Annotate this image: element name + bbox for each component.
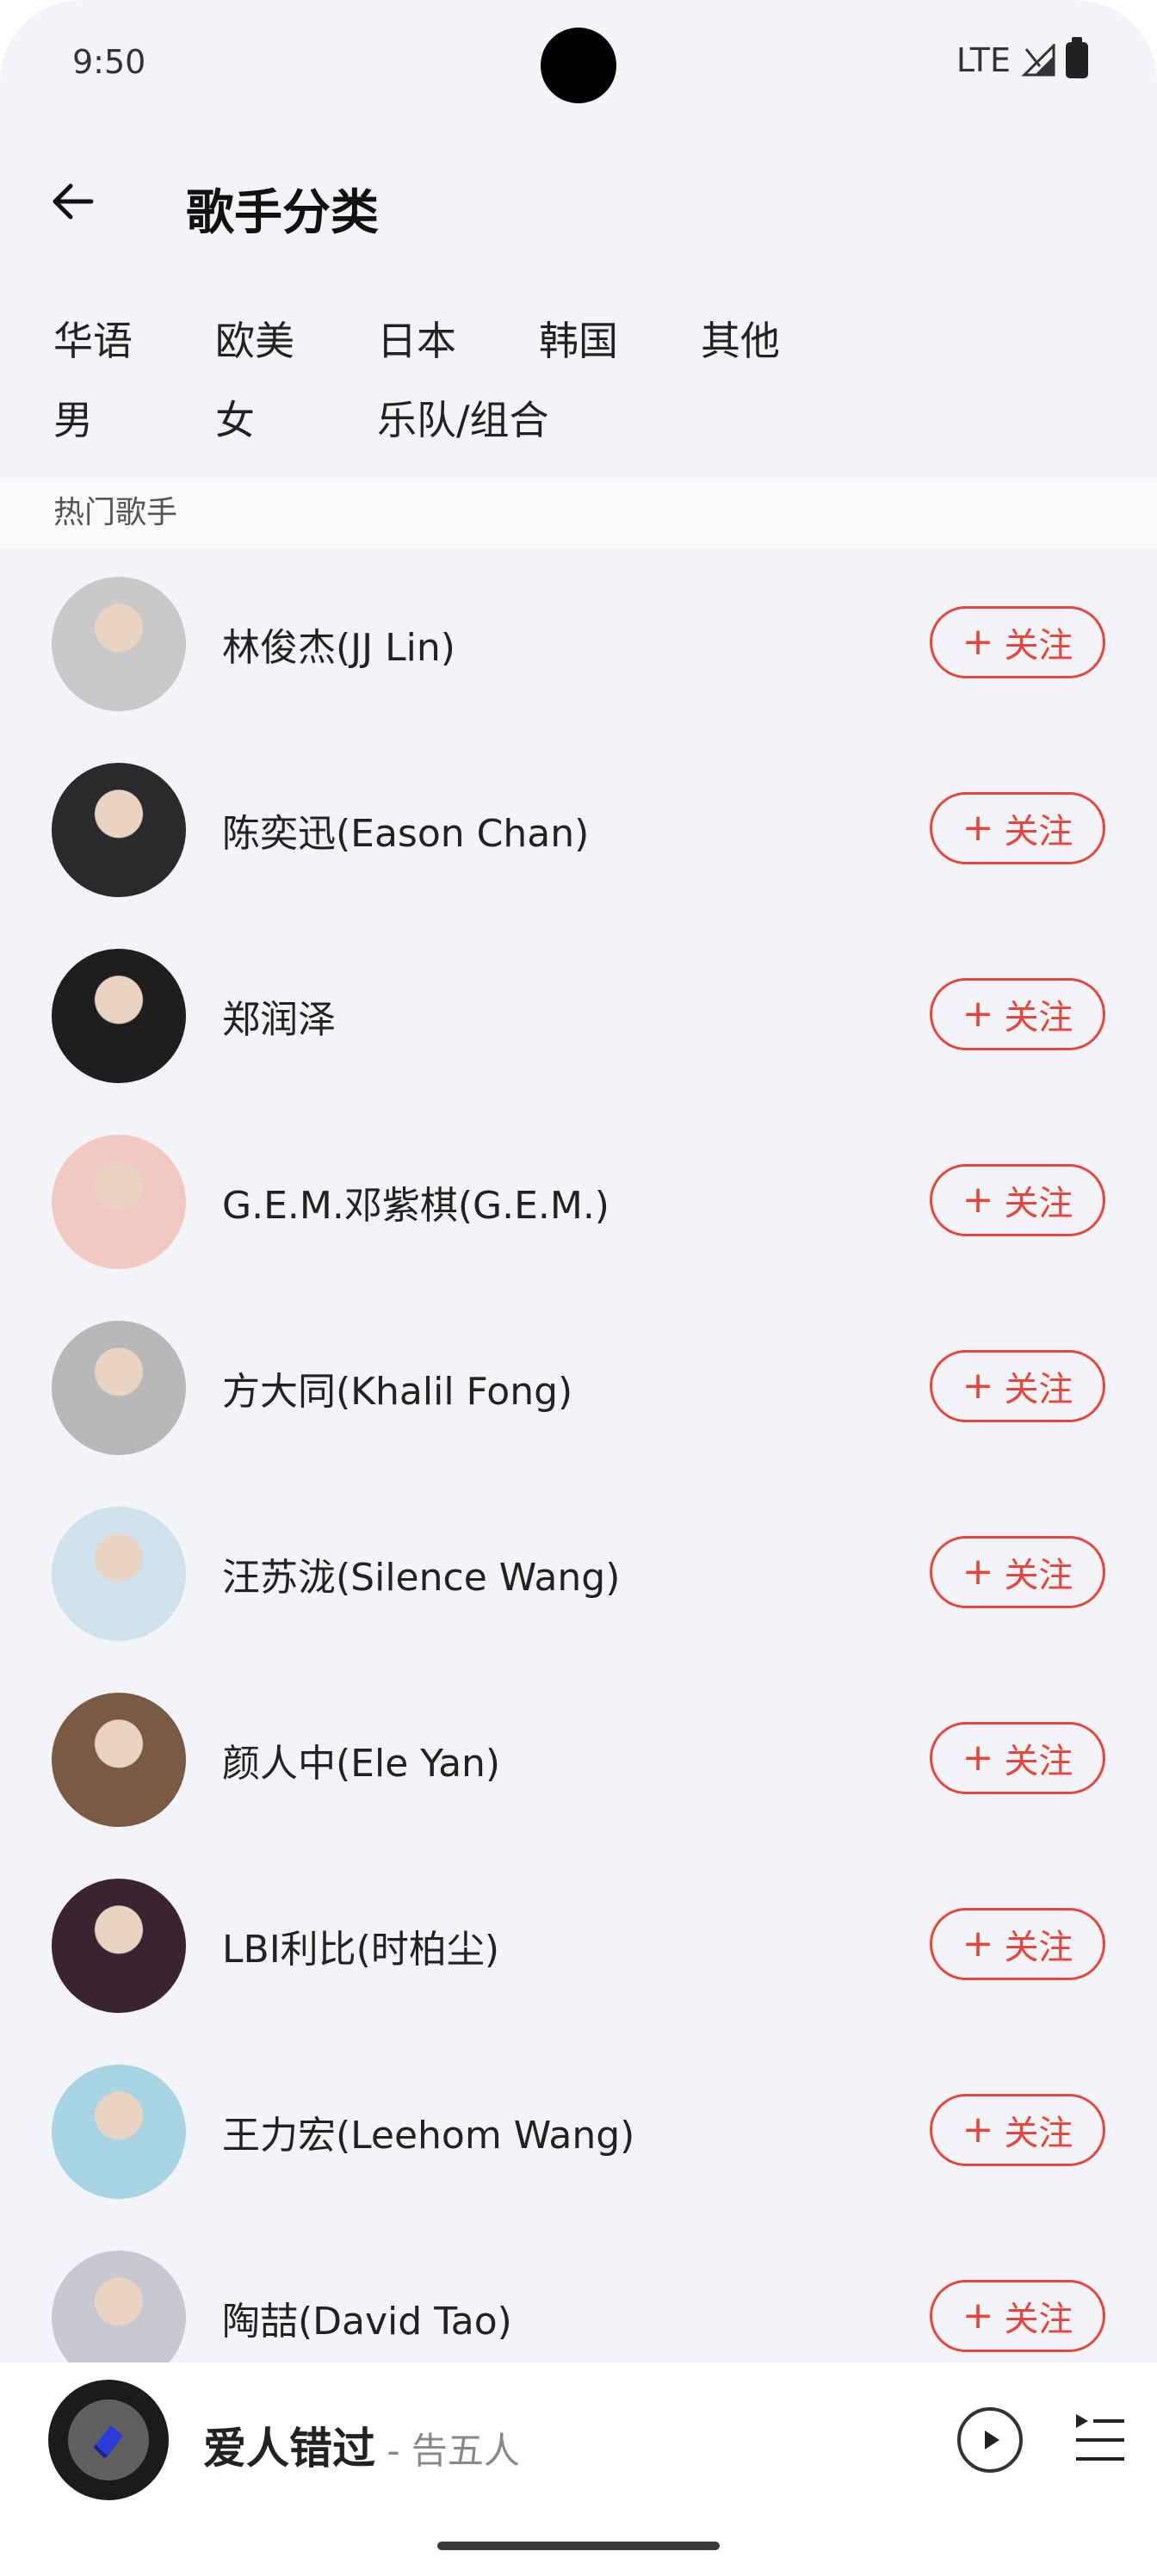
follow-button[interactable]: + 关注 (930, 606, 1105, 678)
plus-icon: + (962, 806, 994, 850)
artist-name[interactable]: 郑润泽 (222, 988, 336, 1043)
playlist-icon[interactable] (1073, 2411, 1128, 2469)
artist-name[interactable]: 颜人中(Ele Yan) (222, 1732, 500, 1787)
album-disc[interactable] (48, 2380, 169, 2500)
artist-avatar[interactable] (52, 1135, 186, 1269)
filter-other[interactable]: 其他 (701, 310, 863, 389)
plus-icon: + (962, 2294, 994, 2338)
now-playing[interactable]: 爱人错过 - 告五人 (203, 2414, 520, 2476)
follow-label: 关注 (1004, 998, 1073, 1037)
filter-female[interactable]: 女 (215, 389, 377, 468)
artist-avatar[interactable] (52, 1321, 186, 1455)
back-button[interactable] (41, 170, 103, 232)
header: 歌手分类 (0, 155, 1157, 250)
phone-screen: 9:50 LTE 歌手分类 华语 欧美 日本 韩国 其他 男 女 乐队/组合 热… (0, 0, 1157, 2576)
plus-icon: + (962, 1922, 994, 1966)
artist-avatar[interactable] (52, 2065, 186, 2199)
plus-icon: + (962, 1550, 994, 1594)
artist-name[interactable]: 王力宏(Leehom Wang) (222, 2104, 634, 2159)
filter-western[interactable]: 欧美 (215, 310, 377, 389)
follow-label: 关注 (1004, 812, 1073, 851)
network-label: LTE (956, 41, 1011, 79)
artist-row[interactable]: 颜人中(Ele Yan) + 关注 (0, 1665, 1157, 1851)
section-header: 热门歌手 (0, 477, 1157, 549)
follow-label: 关注 (1004, 626, 1073, 666)
follow-label: 关注 (1004, 1370, 1073, 1409)
mini-player[interactable]: 爱人错过 - 告五人 (0, 2362, 1157, 2576)
follow-label: 关注 (1004, 2114, 1073, 2153)
home-indicator[interactable] (437, 2542, 720, 2550)
artist-name[interactable]: 林俊杰(JJ Lin) (222, 616, 455, 672)
follow-button[interactable]: + 关注 (930, 1722, 1105, 1794)
follow-label: 关注 (1004, 1184, 1073, 1223)
filter-male[interactable]: 男 (53, 389, 215, 468)
follow-button[interactable]: + 关注 (930, 792, 1105, 864)
follow-button[interactable]: + 关注 (930, 2280, 1105, 2352)
plus-icon: + (962, 1178, 994, 1222)
artist-name[interactable]: LBI利比(时柏尘) (222, 1918, 499, 1973)
category-filters: 华语 欧美 日本 韩国 其他 男 女 乐队/组合 (53, 310, 1086, 468)
artist-row[interactable]: 王力宏(Leehom Wang) + 关注 (0, 2037, 1157, 2223)
battery-icon (1066, 37, 1088, 78)
follow-button[interactable]: + 关注 (930, 1164, 1105, 1236)
plus-icon: + (962, 992, 994, 1036)
song-artist: - 告五人 (375, 2430, 520, 2472)
play-icon (985, 2430, 999, 2449)
artist-avatar[interactable] (52, 1879, 186, 2013)
arrow-left-icon (53, 183, 94, 220)
status-time: 9:50 (72, 43, 146, 81)
follow-label: 关注 (1004, 1928, 1073, 1967)
artist-row[interactable]: 郑润泽 + 关注 (0, 921, 1157, 1107)
follow-label: 关注 (1004, 1556, 1073, 1595)
play-button[interactable] (957, 2407, 1023, 2473)
album-cover-icon (94, 2425, 123, 2458)
artist-avatar[interactable] (52, 763, 186, 897)
artist-row[interactable]: G.E.M.邓紫棋(G.E.M.) + 关注 (0, 1107, 1157, 1293)
artist-row[interactable]: 林俊杰(JJ Lin) + 关注 (0, 549, 1157, 735)
artist-name[interactable]: G.E.M.邓紫棋(G.E.M.) (222, 1174, 609, 1229)
filter-japan[interactable]: 日本 (377, 310, 539, 389)
status-icons: LTE (956, 37, 1088, 79)
plus-icon: + (962, 1736, 994, 1780)
artist-name[interactable]: 汪苏泷(Silence Wang) (222, 1546, 620, 1601)
artist-row[interactable]: 方大同(Khalil Fong) + 关注 (0, 1293, 1157, 1479)
plus-icon: + (962, 2108, 994, 2152)
filter-chinese[interactable]: 华语 (53, 310, 215, 389)
artist-avatar[interactable] (52, 1507, 186, 1641)
artist-list: 林俊杰(JJ Lin) + 关注 陈奕迅(Eason Chan) + 关注 郑润泽 + 关注 G.… (0, 549, 1157, 2409)
follow-button[interactable]: + 关注 (930, 1536, 1105, 1608)
signal-icon (1021, 44, 1055, 77)
artist-avatar[interactable] (52, 949, 186, 1083)
follow-label: 关注 (1004, 2300, 1073, 2339)
plus-icon: + (962, 1364, 994, 1408)
artist-avatar[interactable] (52, 1693, 186, 1827)
region-filter-row: 华语 欧美 日本 韩国 其他 (53, 310, 1086, 389)
filter-band[interactable]: 乐队/组合 (377, 389, 653, 468)
follow-button[interactable]: + 关注 (930, 1908, 1105, 1980)
page-title: 歌手分类 (186, 185, 379, 241)
artist-name[interactable]: 陶喆(David Tao) (222, 2290, 512, 2345)
artist-name[interactable]: 陈奕迅(Eason Chan) (222, 802, 589, 858)
album-art (68, 2400, 149, 2480)
follow-button[interactable]: + 关注 (930, 1350, 1105, 1422)
status-bar: 9:50 LTE (0, 0, 1157, 129)
follow-button[interactable]: + 关注 (930, 978, 1105, 1050)
plus-icon: + (962, 620, 994, 664)
artist-avatar[interactable] (52, 577, 186, 711)
camera-cutout (541, 28, 616, 103)
follow-button[interactable]: + 关注 (930, 2094, 1105, 2166)
artist-row[interactable]: 陈奕迅(Eason Chan) + 关注 (0, 735, 1157, 921)
artist-name[interactable]: 方大同(Khalil Fong) (222, 1360, 572, 1415)
follow-label: 关注 (1004, 1742, 1073, 1781)
song-title: 爱人错过 (203, 2424, 375, 2474)
artist-row[interactable]: 汪苏泷(Silence Wang) + 关注 (0, 1479, 1157, 1665)
artist-row[interactable]: LBI利比(时柏尘) + 关注 (0, 1851, 1157, 2037)
filter-korea[interactable]: 韩国 (539, 310, 701, 389)
type-filter-row: 男 女 乐队/组合 (53, 389, 1086, 468)
